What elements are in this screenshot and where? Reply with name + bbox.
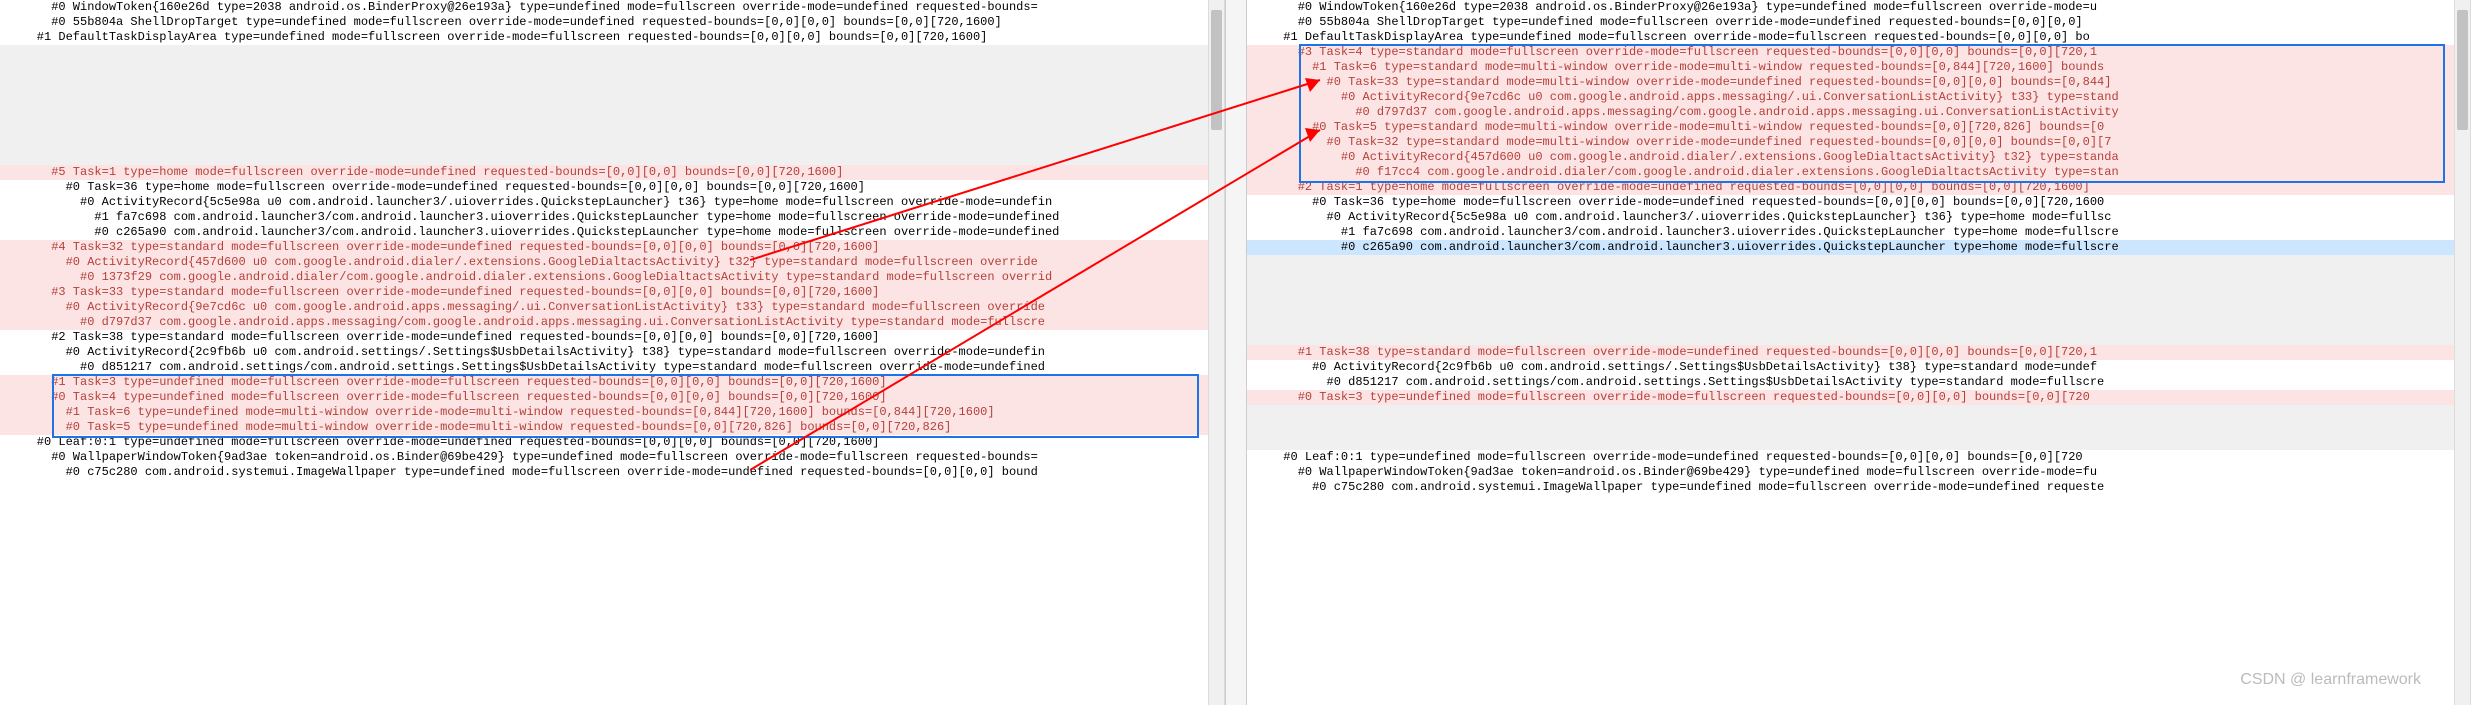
diff-line[interactable]: #0 ActivityRecord{9e7cd6c u0 com.google.…: [1247, 90, 2456, 105]
diff-line[interactable]: #0 c75c280 com.android.systemui.ImageWal…: [0, 465, 1209, 480]
diff-line[interactable]: #1 fa7c698 com.android.launcher3/com.and…: [0, 210, 1209, 225]
diff-line[interactable]: #0 Leaf:0:1 type=undefined mode=fullscre…: [0, 435, 1209, 450]
diff-line[interactable]: #0 55b804a ShellDropTarget type=undefine…: [0, 15, 1209, 30]
diff-line[interactable]: [0, 60, 1209, 75]
diff-line[interactable]: #0 d851217 com.android.settings/com.andr…: [1247, 375, 2456, 390]
diff-line[interactable]: #3 Task=33 type=standard mode=fullscreen…: [0, 285, 1209, 300]
diff-line[interactable]: #1 Task=3 type=undefined mode=fullscreen…: [0, 375, 1209, 390]
diff-line[interactable]: [1247, 405, 2456, 420]
diff-line[interactable]: #0 Task=5 type=undefined mode=multi-wind…: [0, 420, 1209, 435]
diff-line[interactable]: #0 WindowToken{160e26d type=2038 android…: [0, 0, 1209, 15]
diff-line[interactable]: #0 Task=36 type=home mode=fullscreen ove…: [1247, 195, 2456, 210]
diff-line[interactable]: [1247, 420, 2456, 435]
diff-line[interactable]: [1247, 285, 2456, 300]
diff-line[interactable]: #1 fa7c698 com.android.launcher3/com.and…: [1247, 225, 2456, 240]
diff-line[interactable]: #0 55b804a ShellDropTarget type=undefine…: [1247, 15, 2456, 30]
diff-line[interactable]: [0, 120, 1209, 135]
diff-line[interactable]: #0 f17cc4 com.google.android.dialer/com.…: [1247, 165, 2456, 180]
diff-line[interactable]: #0 ActivityRecord{2c9fb6b u0 com.android…: [0, 345, 1209, 360]
scrollbar-thumb[interactable]: [2457, 10, 2468, 130]
diff-line[interactable]: [1247, 315, 2456, 330]
diff-line[interactable]: [0, 45, 1209, 60]
diff-line[interactable]: #1 Task=38 type=standard mode=fullscreen…: [1247, 345, 2456, 360]
diff-line[interactable]: #0 WindowToken{160e26d type=2038 android…: [1247, 0, 2456, 15]
diff-line[interactable]: [0, 90, 1209, 105]
diff-line[interactable]: #2 Task=38 type=standard mode=fullscreen…: [0, 330, 1209, 345]
diff-line[interactable]: #0 Task=33 type=standard mode=multi-wind…: [1247, 75, 2456, 90]
vertical-scrollbar[interactable]: [2454, 0, 2470, 705]
diff-line[interactable]: [1247, 270, 2456, 285]
vertical-scrollbar[interactable]: [1208, 0, 1224, 705]
diff-line[interactable]: #0 ActivityRecord{457d600 u0 com.google.…: [0, 255, 1209, 270]
diff-line[interactable]: [1247, 300, 2456, 315]
diff-line[interactable]: #0 c265a90 com.android.launcher3/com.and…: [0, 225, 1209, 240]
diff-line[interactable]: #0 WallpaperWindowToken{9ad3ae token=and…: [1247, 465, 2456, 480]
diff-line[interactable]: #0 Task=3 type=undefined mode=fullscreen…: [1247, 390, 2456, 405]
diff-line[interactable]: [1247, 330, 2456, 345]
diff-line[interactable]: #4 Task=32 type=standard mode=fullscreen…: [0, 240, 1209, 255]
diff-line[interactable]: #0 ActivityRecord{9e7cd6c u0 com.google.…: [0, 300, 1209, 315]
diff-line[interactable]: #0 1373f29 com.google.android.dialer/com…: [0, 270, 1209, 285]
pane-divider[interactable]: [1225, 0, 1247, 705]
diff-line[interactable]: #0 ActivityRecord{2c9fb6b u0 com.android…: [1247, 360, 2456, 375]
diff-container: #0 WindowToken{160e26d type=2038 android…: [0, 0, 2471, 705]
diff-line[interactable]: #5 Task=1 type=home mode=fullscreen over…: [0, 165, 1209, 180]
scrollbar-thumb[interactable]: [1211, 10, 1222, 130]
diff-line[interactable]: #1 Task=6 type=standard mode=multi-windo…: [1247, 60, 2456, 75]
diff-line[interactable]: #0 d797d37 com.google.android.apps.messa…: [1247, 105, 2456, 120]
diff-line[interactable]: #0 Task=32 type=standard mode=multi-wind…: [1247, 135, 2456, 150]
diff-line[interactable]: [1247, 255, 2456, 270]
diff-line[interactable]: #1 Task=6 type=undefined mode=multi-wind…: [0, 405, 1209, 420]
diff-line[interactable]: #0 Task=36 type=home mode=fullscreen ove…: [0, 180, 1209, 195]
diff-line[interactable]: #2 Task=1 type=home mode=fullscreen over…: [1247, 180, 2456, 195]
diff-line[interactable]: [0, 105, 1209, 120]
diff-line[interactable]: #0 Leaf:0:1 type=undefined mode=fullscre…: [1247, 450, 2456, 465]
diff-line[interactable]: #0 ActivityRecord{5c5e98a u0 com.android…: [0, 195, 1209, 210]
diff-line[interactable]: #1 DefaultTaskDisplayArea type=undefined…: [0, 30, 1209, 45]
diff-line[interactable]: #0 Task=4 type=undefined mode=fullscreen…: [0, 390, 1209, 405]
diff-line[interactable]: #1 DefaultTaskDisplayArea type=undefined…: [1247, 30, 2456, 45]
diff-line[interactable]: [0, 150, 1209, 165]
diff-line[interactable]: [0, 135, 1209, 150]
right-diff-pane[interactable]: #0 WindowToken{160e26d type=2038 android…: [1247, 0, 2471, 705]
diff-line[interactable]: [1247, 435, 2456, 450]
diff-line[interactable]: #0 ActivityRecord{5c5e98a u0 com.android…: [1247, 210, 2456, 225]
diff-line[interactable]: [0, 75, 1209, 90]
diff-line[interactable]: #0 d851217 com.android.settings/com.andr…: [0, 360, 1209, 375]
left-diff-pane[interactable]: #0 WindowToken{160e26d type=2038 android…: [0, 0, 1225, 705]
diff-line[interactable]: #0 ActivityRecord{457d600 u0 com.google.…: [1247, 150, 2456, 165]
diff-line[interactable]: #0 c265a90 com.android.launcher3/com.and…: [1247, 240, 2456, 255]
diff-line[interactable]: #0 d797d37 com.google.android.apps.messa…: [0, 315, 1209, 330]
diff-line[interactable]: #0 Task=5 type=standard mode=multi-windo…: [1247, 120, 2456, 135]
diff-line[interactable]: #0 WallpaperWindowToken{9ad3ae token=and…: [0, 450, 1209, 465]
diff-line[interactable]: #3 Task=4 type=standard mode=fullscreen …: [1247, 45, 2456, 60]
diff-line[interactable]: #0 c75c280 com.android.systemui.ImageWal…: [1247, 480, 2456, 495]
